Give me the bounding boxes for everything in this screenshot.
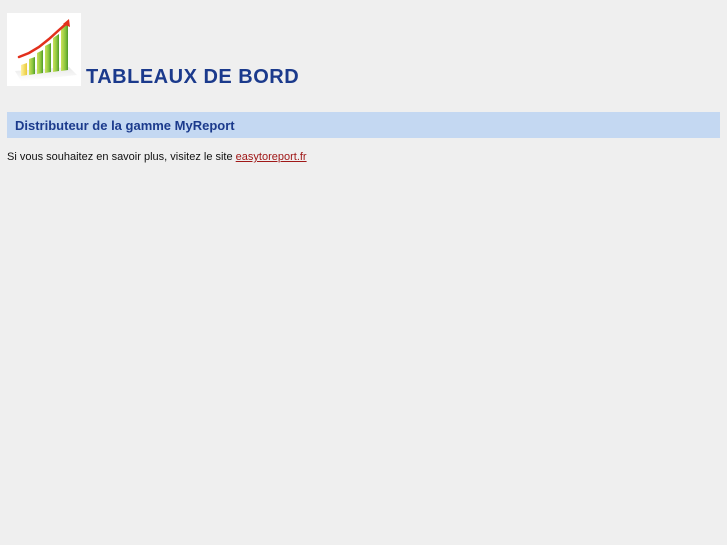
info-line: Si vous souhaitez en savoir plus, visite… [7, 150, 307, 164]
banner-text: Distributeur de la gamme MyReport [15, 117, 235, 133]
site-title: TABLEAUX DE BORD [86, 66, 300, 88]
growth-chart-icon [7, 13, 81, 86]
header: TABLEAUX DE BORD [7, 13, 300, 88]
site-link[interactable]: easytoreport.fr [236, 151, 307, 163]
page: TABLEAUX DE BORD Distributeur de la gamm… [0, 0, 727, 545]
banner: Distributeur de la gamme MyReport [7, 112, 720, 138]
info-text: Si vous souhaitez en savoir plus, visite… [7, 151, 233, 163]
